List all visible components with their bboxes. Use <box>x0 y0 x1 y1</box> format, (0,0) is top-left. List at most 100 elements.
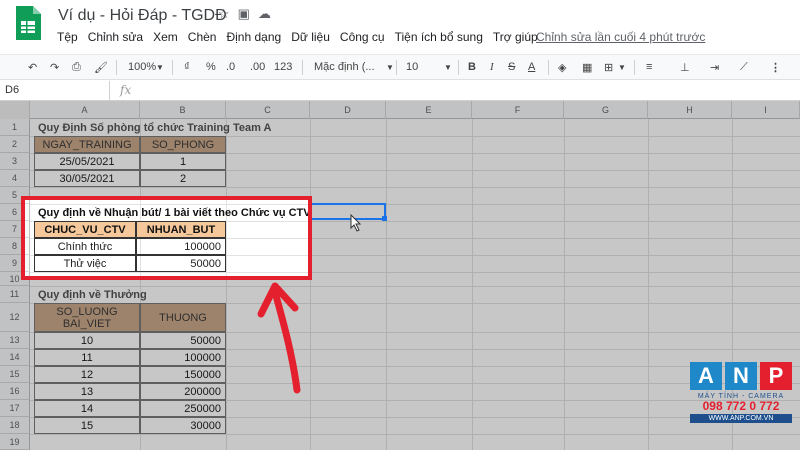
font-select[interactable]: Mặc định (... <box>314 61 375 73</box>
text-color-button[interactable]: A <box>528 61 535 73</box>
menu-bar: Tệp Chỉnh sửa Xem Chèn Định dạng Dữ liệu… <box>52 30 543 44</box>
row-header[interactable]: 1 <box>0 119 30 136</box>
table3-cell[interactable]: 15 <box>34 417 140 434</box>
folder-move-icon[interactable]: ▣ <box>238 6 250 22</box>
row-header[interactable]: 19 <box>0 434 30 450</box>
row-header[interactable]: 18 <box>0 417 30 434</box>
text-rotation-icon[interactable]: ⟋ <box>740 61 748 74</box>
table3-title[interactable]: Quy định về Thưởng <box>34 286 151 303</box>
table1-cell[interactable]: 2 <box>140 170 226 187</box>
table1-header[interactable]: SO_PHONG <box>140 136 226 153</box>
font-size-dropdown-icon[interactable]: ▼ <box>444 63 452 72</box>
more-formats-button[interactable]: 123 <box>274 61 292 73</box>
row-header[interactable]: 2 <box>0 136 30 153</box>
merge-dropdown-icon[interactable]: ▼ <box>618 63 626 72</box>
menu-edit[interactable]: Chỉnh sửa <box>83 30 148 44</box>
table3-header[interactable]: SO_LUONG BAI_VIET <box>34 303 140 332</box>
column-header[interactable]: C <box>226 101 310 119</box>
cloud-status-icon[interactable]: ☁ <box>258 6 271 22</box>
text-wrap-icon[interactable]: ⇥ <box>710 61 719 74</box>
toolbar: ↶ ↷ ⎙ 🖌 100% ▼ ₫ % .0 .00 123 Mặc định (… <box>0 54 800 80</box>
more-icon[interactable]: ⋮ <box>770 61 781 74</box>
column-header[interactable]: E <box>386 101 472 119</box>
column-header[interactable]: G <box>564 101 648 119</box>
zoom-select[interactable]: 100% <box>128 61 156 73</box>
table3-cell[interactable]: 150000 <box>140 366 226 383</box>
font-size-select[interactable]: 10 <box>406 61 418 73</box>
column-header[interactable]: H <box>648 101 732 119</box>
menu-tools[interactable]: Công cụ <box>335 30 390 44</box>
anp-logo-letter: A <box>690 362 722 390</box>
menu-file[interactable]: Tệp <box>52 30 83 44</box>
menu-format[interactable]: Định dạng <box>221 30 286 44</box>
selected-cell[interactable] <box>308 203 386 220</box>
decrease-decimal-button[interactable]: .0 <box>226 61 235 73</box>
percent-button[interactable]: % <box>206 61 216 73</box>
column-header[interactable]: A <box>30 101 140 119</box>
title-bar: Ví dụ - Hỏi Đáp - TGDĐ ☆ ▣ ☁ Tệp Chỉnh s… <box>0 0 800 52</box>
table3-cell[interactable]: 11 <box>34 349 140 366</box>
fill-color-icon[interactable]: ◈ <box>558 61 566 74</box>
anp-watermark: A N P MÁY TÍNH - CAMERA 098 772 0 772 WW… <box>690 362 792 438</box>
print-icon[interactable]: ⎙ <box>72 61 81 74</box>
name-box[interactable]: D6 <box>0 81 110 101</box>
row-header[interactable]: 13 <box>0 332 30 349</box>
horizontal-align-icon[interactable]: ≡ <box>646 61 652 73</box>
paint-format-icon[interactable]: 🖌 <box>94 61 108 74</box>
bold-button[interactable]: B <box>468 61 476 73</box>
table3-cell[interactable]: 12 <box>34 366 140 383</box>
table1-cell[interactable]: 30/05/2021 <box>34 170 140 187</box>
star-icon[interactable]: ☆ <box>218 6 230 22</box>
table3-cell[interactable]: 13 <box>34 383 140 400</box>
mouse-cursor-icon <box>350 214 362 232</box>
strikethrough-button[interactable]: S <box>508 61 515 73</box>
menu-addons[interactable]: Tiện ích bổ sung <box>390 30 488 44</box>
merge-cells-icon[interactable]: ⊞ <box>604 61 613 74</box>
column-header[interactable]: D <box>310 101 386 119</box>
currency-button[interactable]: ₫ <box>184 61 190 73</box>
row-header[interactable]: 12 <box>0 303 30 332</box>
menu-help[interactable]: Trợ giúp <box>488 30 543 44</box>
table3-header[interactable]: THUONG <box>140 303 226 332</box>
zoom-dropdown-icon[interactable]: ▼ <box>156 63 164 72</box>
undo-icon[interactable]: ↶ <box>28 61 37 74</box>
table1-cell[interactable]: 25/05/2021 <box>34 153 140 170</box>
table3-cell[interactable]: 200000 <box>140 383 226 400</box>
table3-cell[interactable]: 100000 <box>140 349 226 366</box>
column-header[interactable]: F <box>472 101 564 119</box>
row-header[interactable]: 15 <box>0 366 30 383</box>
document-title[interactable]: Ví dụ - Hỏi Đáp - TGDĐ <box>58 7 227 25</box>
sheets-logo-icon[interactable] <box>14 4 42 42</box>
column-header[interactable]: I <box>732 101 800 119</box>
increase-decimal-button[interactable]: .00 <box>250 61 265 73</box>
row-header[interactable]: 4 <box>0 170 30 187</box>
vertical-align-icon[interactable]: ⊥ <box>680 61 690 74</box>
table3-cell[interactable]: 14 <box>34 400 140 417</box>
menu-data[interactable]: Dữ liệu <box>286 30 335 44</box>
table1-header[interactable]: NGAY_TRAINING <box>34 136 140 153</box>
row-header[interactable]: 3 <box>0 153 30 170</box>
fill-handle[interactable] <box>382 216 387 221</box>
table3-cell[interactable]: 250000 <box>140 400 226 417</box>
table1-cell[interactable]: 1 <box>140 153 226 170</box>
menu-view[interactable]: Xem <box>148 30 183 44</box>
table1-title[interactable]: Quy Định Số phòng tổ chức Training Team … <box>34 119 275 136</box>
table3-cell[interactable]: 10 <box>34 332 140 349</box>
redo-icon[interactable]: ↷ <box>50 61 59 74</box>
column-header[interactable]: B <box>140 101 226 119</box>
row-header[interactable]: 14 <box>0 349 30 366</box>
row-header[interactable]: 11 <box>0 286 30 303</box>
select-all-corner[interactable] <box>0 101 30 119</box>
italic-button[interactable]: I <box>490 61 494 73</box>
last-edit-link[interactable]: Chỉnh sửa lần cuối 4 phút trước <box>536 30 705 44</box>
row-header[interactable]: 17 <box>0 400 30 417</box>
anp-logo-letter: P <box>760 362 792 390</box>
borders-icon[interactable]: ▦ <box>582 61 592 74</box>
anp-website: WWW.ANP.COM.VN <box>690 414 792 423</box>
menu-insert[interactable]: Chèn <box>183 30 222 44</box>
anp-phone: 098 772 0 772 <box>702 399 780 413</box>
row-header[interactable]: 16 <box>0 383 30 400</box>
table3-cell[interactable]: 30000 <box>140 417 226 434</box>
table3-cell[interactable]: 50000 <box>140 332 226 349</box>
font-dropdown-icon[interactable]: ▼ <box>386 63 394 72</box>
